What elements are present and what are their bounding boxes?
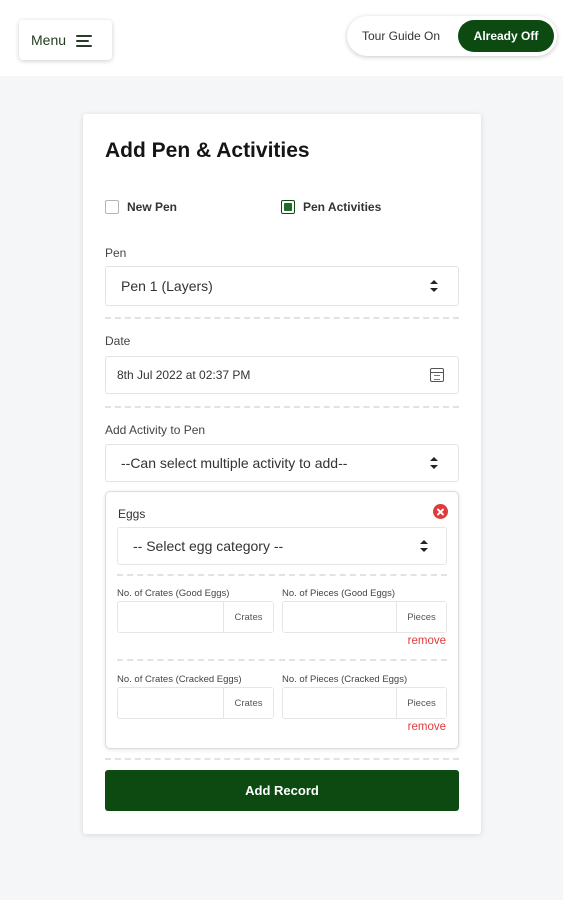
divider xyxy=(105,317,459,319)
tour-guide-switch: Tour Guide On Already Off xyxy=(347,16,557,56)
remove-good-eggs-link[interactable]: remove xyxy=(408,635,446,647)
pen-activities-checkbox[interactable] xyxy=(281,200,295,214)
cracked-pieces-input[interactable] xyxy=(283,688,396,718)
new-pen-label: New Pen xyxy=(127,200,178,214)
hamburger-icon xyxy=(76,34,93,47)
cracked-crates-input[interactable] xyxy=(118,688,223,718)
select-arrows-icon xyxy=(430,280,438,292)
menu-button[interactable]: Menu xyxy=(19,20,112,60)
date-input-value: 8th Jul 2022 at 02:37 PM xyxy=(117,368,251,382)
activity-select-value: --Can select multiple activity to add-- xyxy=(121,455,348,471)
eggs-activity-panel: Eggs -- Select egg category -- No. of Cr… xyxy=(105,491,459,749)
pen-label: Pen xyxy=(105,246,127,260)
cracked-pieces-input-group: Pieces xyxy=(282,687,447,719)
tour-guide-label: Tour Guide On xyxy=(362,29,441,43)
activity-select[interactable]: --Can select multiple activity to add-- xyxy=(105,444,459,482)
add-record-button[interactable]: Add Record xyxy=(105,770,459,811)
egg-category-select[interactable]: -- Select egg category -- xyxy=(117,527,447,565)
new-pen-option[interactable]: New Pen xyxy=(105,200,177,214)
good-crates-input-group: Crates xyxy=(117,601,274,633)
date-input[interactable]: 8th Jul 2022 at 02:37 PM xyxy=(105,356,459,394)
top-bar: Menu Tour Guide On Already Off xyxy=(0,0,563,76)
good-crates-input[interactable] xyxy=(118,602,223,632)
form-title: Add Pen & Activities xyxy=(105,139,310,162)
add-pen-form-card: Add Pen & Activities New Pen Pen Activit… xyxy=(83,114,481,834)
good-pieces-input[interactable] xyxy=(283,602,396,632)
divider xyxy=(117,659,447,661)
good-crates-label: No. of Crates (Good Eggs) xyxy=(117,588,230,599)
tour-guide-toggle[interactable]: Already Off xyxy=(458,20,554,52)
cracked-pieces-label: No. of Pieces (Cracked Eggs) xyxy=(282,674,408,685)
pen-activities-option[interactable]: Pen Activities xyxy=(281,200,381,214)
cracked-crates-input-group: Crates xyxy=(117,687,274,719)
select-arrows-icon xyxy=(430,457,438,469)
activity-label: Add Activity to Pen xyxy=(105,423,206,437)
divider xyxy=(105,406,459,408)
close-icon[interactable] xyxy=(433,504,448,519)
date-label: Date xyxy=(105,334,131,348)
pieces-unit: Pieces xyxy=(396,602,446,632)
eggs-panel-title: Eggs xyxy=(118,507,146,521)
pen-activities-label: Pen Activities xyxy=(303,200,382,214)
calendar-icon[interactable] xyxy=(430,368,444,382)
pen-select-value: Pen 1 (Layers) xyxy=(121,278,213,294)
good-pieces-label: No. of Pieces (Good Eggs) xyxy=(282,588,395,599)
egg-category-value: -- Select egg category -- xyxy=(133,538,284,554)
crates-unit: Crates xyxy=(223,602,273,632)
divider xyxy=(105,758,459,760)
menu-label: Menu xyxy=(31,32,67,48)
new-pen-checkbox[interactable] xyxy=(105,200,119,214)
pieces-unit: Pieces xyxy=(396,688,446,718)
select-arrows-icon xyxy=(420,540,428,552)
divider xyxy=(117,574,447,576)
remove-cracked-eggs-link[interactable]: remove xyxy=(408,721,446,733)
cracked-crates-label: No. of Crates (Cracked Eggs) xyxy=(117,674,242,685)
good-pieces-input-group: Pieces xyxy=(282,601,447,633)
crates-unit: Crates xyxy=(223,688,273,718)
pen-select[interactable]: Pen 1 (Layers) xyxy=(105,266,459,306)
